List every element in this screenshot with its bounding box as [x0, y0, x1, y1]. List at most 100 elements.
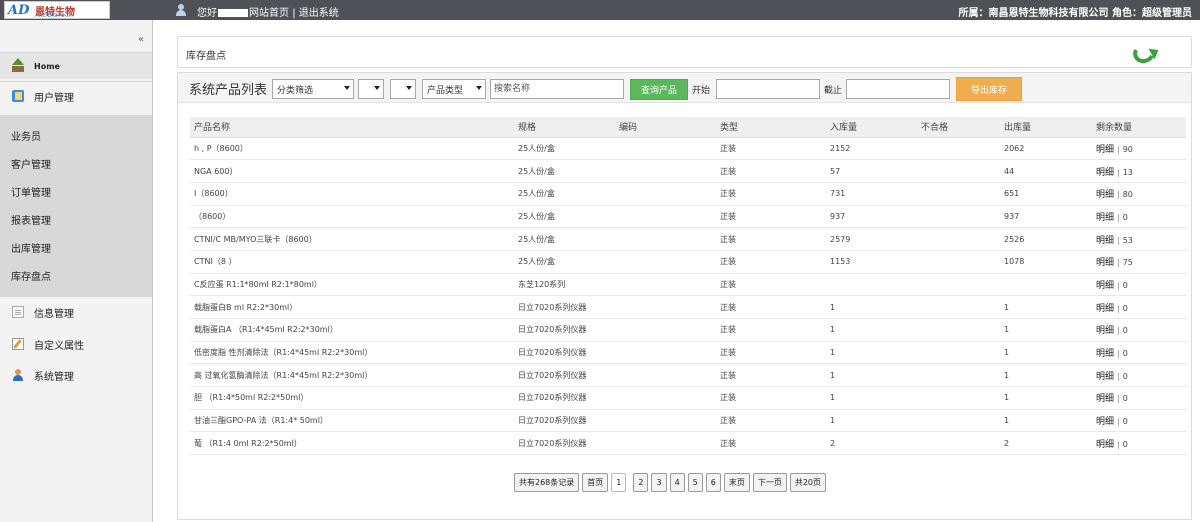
detail-link[interactable]: 明细: [1096, 349, 1114, 359]
cell-separator: |: [1117, 235, 1120, 245]
detail-link[interactable]: 明细: [1096, 372, 1114, 382]
cell-remaining: 明细 | 0: [1092, 386, 1186, 410]
sidebar-item-custom-attributes[interactable]: 自定义属性: [0, 331, 152, 357]
start-date-label: 开始: [692, 86, 711, 96]
pagination-last-button[interactable]: 末页: [723, 473, 750, 492]
company-name: 南昌恩特生物科技有限公司: [988, 8, 1109, 19]
export-inventory-button[interactable]: 导出库存: [956, 77, 1022, 101]
masked-username: [218, 9, 248, 17]
submenu-item-orders[interactable]: 订单管理: [11, 184, 51, 199]
detail-link[interactable]: 明细: [1096, 281, 1114, 291]
subcategory-select-2[interactable]: [390, 79, 416, 99]
link-separator: |: [292, 8, 296, 19]
sidebar: « Home 用户管理 业务员 客户管理 订单管理 报表管理 出库管理 库存盘点…: [0, 20, 153, 522]
table-row: （8600） 25人份/盒 正装 937 937 明细 | 0: [190, 205, 1186, 229]
cell-code: [615, 341, 716, 365]
product-list-panel: 系统产品列表 分类筛选 产品类型 查询产品 开始 截止 导出库存: [177, 72, 1192, 520]
cell-separator: |: [1117, 349, 1120, 359]
table-row: 载脂蛋白B ml R2:2*30ml） 日立7020系列仪器 正装 1 1 明细 | 0: [190, 295, 1186, 319]
role-label: 角色：: [1112, 8, 1142, 19]
sidebar-item-label: Home: [34, 61, 60, 71]
submenu-item-customers[interactable]: 客户管理: [11, 156, 51, 171]
cell-code: [615, 318, 716, 342]
pagination-page-button[interactable]: 6: [705, 473, 721, 492]
remaining-quantity: 0: [1122, 349, 1128, 359]
main-content: 库存盘点 系统产品列表 分类筛选 产品类型 查询产品 开始 截止: [153, 20, 1200, 522]
end-date-input[interactable]: [846, 79, 950, 99]
home-link[interactable]: 网站首页: [249, 8, 289, 19]
cell-name: h , P（8600）: [190, 137, 514, 161]
cell-outbound: 2526: [1000, 227, 1092, 251]
submenu-item-reports[interactable]: 报表管理: [11, 212, 51, 227]
cell-separator: |: [1117, 326, 1120, 336]
cell-type: 正装: [716, 431, 826, 456]
pagination-page-button[interactable]: 2: [633, 473, 649, 492]
chevron-down-icon: [344, 86, 350, 90]
cell-name: 载脂蛋白B ml R2:2*30ml）: [190, 295, 514, 319]
table-row: I（8600） 25人份/盒 正装 731 651 明细 | 80: [190, 182, 1186, 206]
detail-link[interactable]: 明细: [1096, 440, 1114, 450]
detail-link[interactable]: 明细: [1096, 394, 1114, 404]
logo[interactable]: AD 恩特生物 ANDBIOTECH: [4, 1, 110, 19]
detail-link[interactable]: 明细: [1096, 145, 1114, 155]
cell-separator: |: [1117, 394, 1120, 404]
cell-spec: 日立7020系列仪器: [514, 341, 615, 365]
sidebar-item-label: 自定义属性: [34, 340, 84, 352]
query-products-button[interactable]: 查询产品: [630, 79, 688, 100]
submenu-item-outbound[interactable]: 出库管理: [11, 240, 51, 255]
sidebar-item-user-management[interactable]: 用户管理: [0, 83, 152, 109]
refresh-icon[interactable]: [1130, 39, 1162, 67]
start-date-input[interactable]: [716, 79, 820, 99]
pagination-next-button[interactable]: 下一页: [752, 473, 787, 492]
logout-link[interactable]: 退出系统: [299, 8, 339, 19]
chevron-down-icon: [374, 86, 380, 90]
category-filter-select[interactable]: 分类筛选: [272, 79, 354, 99]
sidebar-item-system-management[interactable]: 系统管理: [0, 362, 152, 388]
pagination-first-button[interactable]: 首页: [582, 473, 609, 492]
subcategory-select-1[interactable]: [358, 79, 384, 99]
cell-name: CTNI（8 ）: [190, 250, 514, 274]
cell-spec: 日立7020系列仪器: [514, 409, 615, 433]
collapse-sidebar-button[interactable]: «: [138, 34, 144, 45]
cell-code: [615, 363, 716, 388]
table-row: NGA 600） 25人份/盒 正装 57 44 明细 | 13: [190, 159, 1186, 183]
detail-link[interactable]: 明细: [1096, 326, 1114, 336]
submenu-item-salesman[interactable]: 业务员: [11, 128, 41, 143]
detail-link[interactable]: 明细: [1096, 213, 1114, 223]
detail-link[interactable]: 明细: [1096, 168, 1114, 178]
table-row: 载脂蛋白A （R1:4*45ml R2:2*30ml） 日立7020系列仪器 正装 1…: [190, 318, 1186, 342]
remaining-quantity: 0: [1122, 303, 1128, 313]
column-header-defective: 不合格: [917, 117, 1000, 138]
cell-spec: 25人份/盒: [514, 182, 615, 206]
table-row: 葡 （R1:4 0ml R2:2*50ml） 日立7020系列仪器 正装 2 2 明细 | 0: [190, 431, 1186, 456]
cell-inbound: 2579: [826, 227, 917, 251]
cell-spec: 日立7020系列仪器: [514, 431, 615, 456]
sidebar-item-home[interactable]: Home: [0, 53, 152, 79]
pagination-page-button[interactable]: 4: [669, 473, 685, 492]
cell-separator: |: [1117, 417, 1120, 427]
cell-type: 正装: [716, 273, 826, 297]
search-name-input[interactable]: [490, 79, 624, 99]
cell-name: CTNI/C MB/MYO三联卡（8600）: [190, 227, 514, 251]
cell-name: 高 过氧化氢酶清除法（R1:4*45ml R2:2*30ml）: [190, 363, 514, 388]
detail-link[interactable]: 明细: [1096, 417, 1114, 427]
product-type-select[interactable]: 产品类型: [422, 79, 486, 99]
detail-link[interactable]: 明细: [1096, 304, 1114, 314]
detail-link[interactable]: 明细: [1096, 236, 1114, 246]
cell-name: 甘油三酯GPO-PA 法（R1:4* 50ml）: [190, 409, 514, 433]
detail-link[interactable]: 明细: [1096, 258, 1114, 268]
submenu-item-inventory-count[interactable]: 库存盘点: [11, 268, 51, 283]
cell-code: [615, 205, 716, 229]
cell-code: [615, 250, 716, 274]
cell-separator: |: [1117, 167, 1120, 177]
sidebar-item-info-management[interactable]: 信息管理: [0, 299, 152, 325]
cell-inbound: 1153: [826, 250, 917, 274]
cell-type: 正装: [716, 250, 826, 274]
detail-link[interactable]: 明细: [1096, 190, 1114, 200]
pagination-page-button[interactable]: 5: [687, 473, 703, 492]
end-date-label: 截止: [824, 86, 843, 96]
remaining-quantity: 0: [1122, 280, 1128, 290]
cell-remaining: 明细 | 0: [1092, 409, 1186, 433]
sidebar-divider: [0, 81, 152, 82]
pagination-page-button[interactable]: 3: [651, 473, 667, 492]
